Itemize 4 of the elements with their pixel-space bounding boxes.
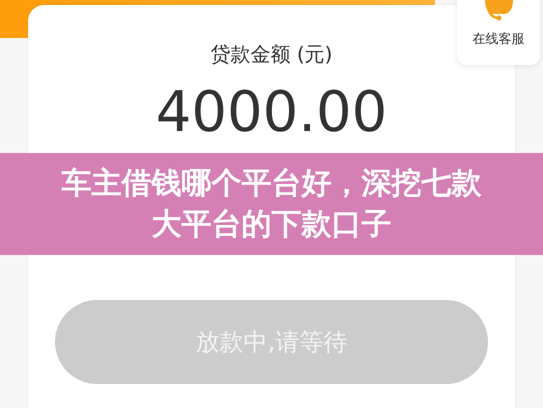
customer-service-button[interactable]: 在线客服 [457,0,540,65]
loan-amount: 4000.00 [156,82,388,144]
amount-label: 贷款金额 (元) [210,41,332,68]
banner-title: 车主借钱哪个平台好，深挖七款大平台的下款口子 [60,165,482,244]
